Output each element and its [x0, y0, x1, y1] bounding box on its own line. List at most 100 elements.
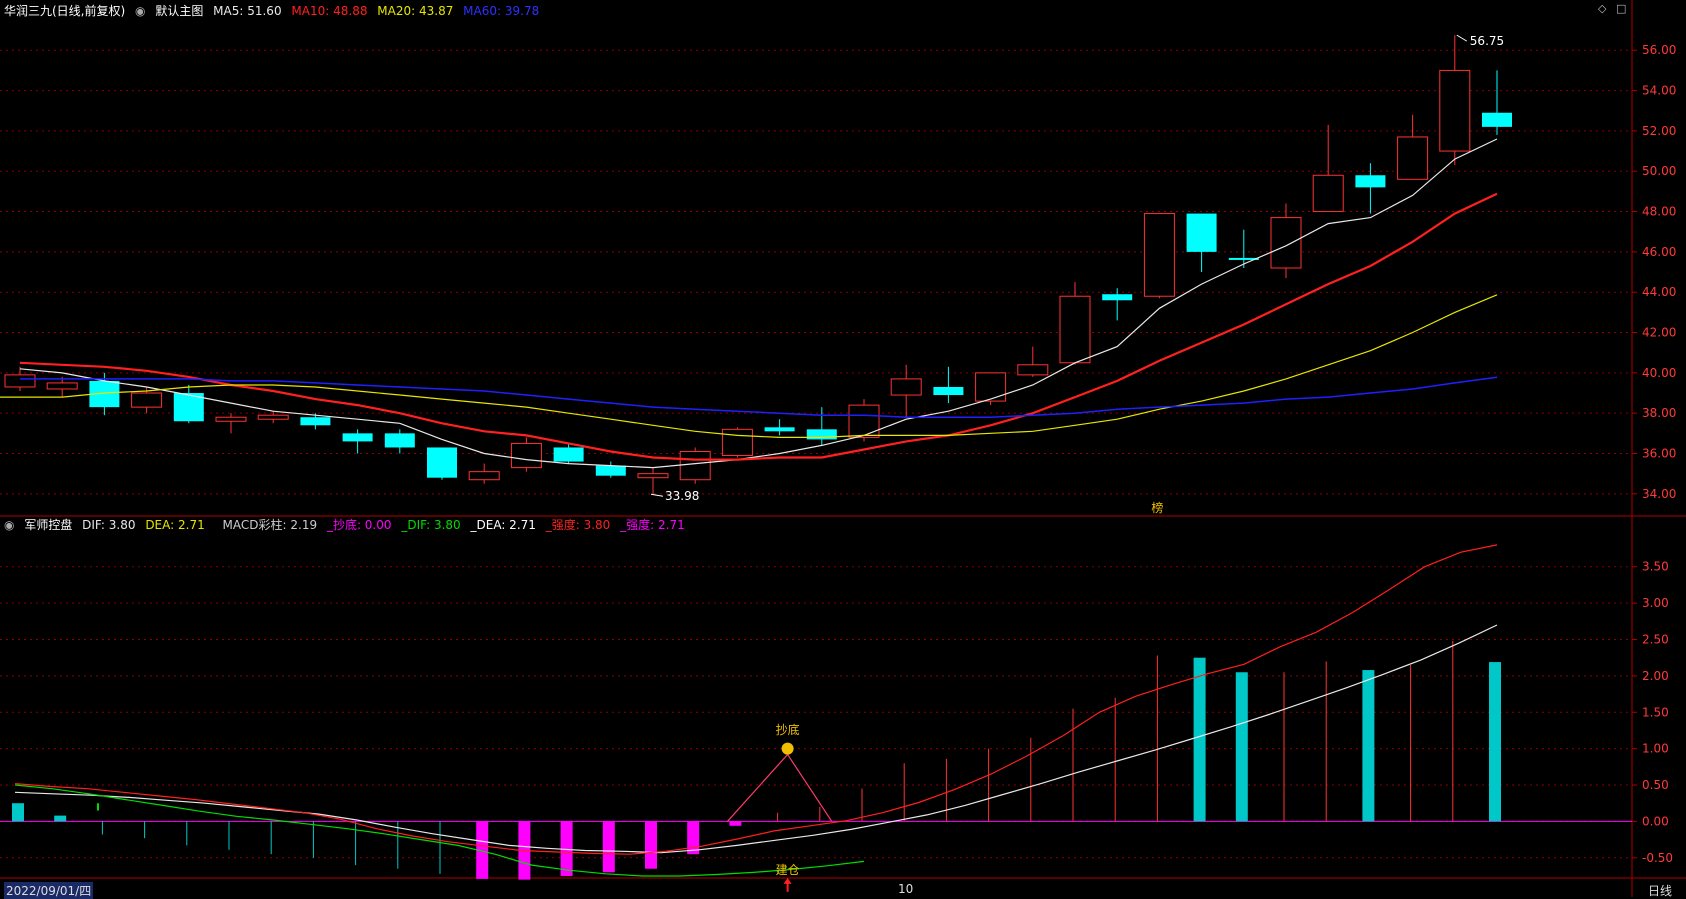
- stock-chart[interactable]: 56.75 33.98 榜 抄底建仓 34.00 36.00 38.00 40.00 42.…: [0, 0, 1686, 897]
- candle-body-down: [1482, 112, 1512, 127]
- dif2-value: _DIF: 3.80: [401, 518, 461, 532]
- price-tick-label: 48.00: [1642, 205, 1676, 219]
- candle-body-down: [1102, 294, 1133, 301]
- macd-value: MACD彩柱: 2.19: [222, 518, 318, 532]
- y-axis: 34.00 36.00 38.00 40.00 42.00 44.00 46.00 48.00…: [1632, 43, 1676, 865]
- bang-label: 榜: [1151, 500, 1163, 515]
- indicator-tick-label: 2.50: [1642, 633, 1669, 647]
- ma10-value: MA10: 48.88: [291, 4, 368, 18]
- candle-body-up: [679, 450, 711, 481]
- price-tick-label: 34.00: [1642, 487, 1676, 501]
- macd-bar: [687, 821, 700, 855]
- high-marker: [1456, 34, 1468, 42]
- indicator-tick-label: -0.50: [1642, 851, 1673, 865]
- dif-value: DIF: 3.80: [82, 518, 136, 532]
- qiangdu1-value: _强度: 3.80: [545, 518, 611, 532]
- price-tick-label: 46.00: [1642, 245, 1676, 259]
- candle-body-down: [1355, 175, 1386, 188]
- ma20-value: MA20: 43.87: [377, 4, 454, 18]
- candle-body-up: [510, 442, 542, 469]
- candle-body-down: [764, 427, 795, 432]
- candle-body-up: [1439, 69, 1471, 152]
- ma60-value: MA60: 39.78: [463, 4, 540, 18]
- x-start-date: 2022/09/01/四: [4, 882, 94, 899]
- candle-body-up: [848, 404, 880, 438]
- indicator-tick-label: 0.00: [1642, 814, 1669, 828]
- candle-body-up: [1397, 136, 1429, 180]
- candle-body-down: [553, 447, 584, 462]
- dea-value: DEA: 2.71: [145, 518, 205, 532]
- candle-body-down: [595, 465, 626, 476]
- candle-body-down: [933, 386, 964, 396]
- macd-bar: [12, 803, 24, 822]
- candle-body-up: [257, 414, 289, 420]
- candle-body-up: [1312, 174, 1344, 213]
- jiancang-label: 建仓: [776, 863, 800, 877]
- main-chart-label[interactable]: 默认主图: [155, 4, 203, 18]
- square-icon[interactable]: □: [1616, 2, 1626, 15]
- candle-body-up: [1143, 213, 1175, 297]
- candle-body-up: [131, 392, 163, 408]
- indicator-tick-label: 1.50: [1642, 705, 1669, 719]
- candle-body-up: [890, 378, 922, 396]
- candle-body-up: [4, 374, 36, 388]
- macd-bar: [1362, 670, 1375, 822]
- low-marker: [650, 493, 664, 497]
- price-tick-label: 54.00: [1642, 84, 1676, 98]
- dif-line: [14, 624, 1498, 854]
- chaodi-triangle: [726, 753, 833, 822]
- indicator-header: ◉ 军师控盘 DIF: 3.80 DEA: 2.71 MACD彩柱: 2.19 …: [4, 516, 691, 534]
- indicator-tick-label: 2.00: [1642, 669, 1669, 683]
- price-tick-label: 38.00: [1642, 406, 1676, 420]
- sad-face-icon: [781, 742, 794, 755]
- indicator-name[interactable]: 军师控盘: [24, 518, 72, 532]
- circle-menu-icon[interactable]: ◉: [135, 4, 145, 18]
- high-label: 56.75: [1470, 34, 1504, 48]
- price-tick-label: 50.00: [1642, 164, 1676, 178]
- candle-body-down: [427, 447, 457, 478]
- diamond-icon[interactable]: ◇: [1598, 2, 1606, 15]
- ma20-line: [0, 294, 1498, 438]
- price-tick-label: 52.00: [1642, 124, 1676, 138]
- macd-bar: [1235, 672, 1248, 822]
- indicator-tick-label: 0.50: [1642, 778, 1669, 792]
- macd-bar: [645, 821, 657, 869]
- price-tick-label: 36.00: [1642, 447, 1676, 461]
- grid-lines: [0, 0, 1686, 897]
- candle-body-up: [721, 428, 753, 457]
- candle-body-down: [1186, 213, 1217, 252]
- price-tick-label: 44.00: [1642, 285, 1676, 299]
- low-label: 33.98: [665, 489, 699, 503]
- ma60-line: [20, 376, 1498, 418]
- price-header: 华润三九(日线,前复权) ◉ 默认主图 MA5: 51.60 MA10: 48.…: [4, 2, 545, 20]
- candle-body-up: [637, 473, 669, 479]
- macd-bar: [54, 815, 67, 822]
- period-label[interactable]: 日线: [1648, 882, 1672, 899]
- candle-body-down: [384, 433, 415, 448]
- indicator-tick-label: 3.50: [1642, 560, 1669, 574]
- x-mid-label: 10: [898, 882, 914, 896]
- price-tick-label: 40.00: [1642, 366, 1676, 380]
- indicator-tick-label: 1.00: [1642, 742, 1669, 756]
- dea2-value: _DEA: 2.71: [470, 518, 536, 532]
- chaodi-value: _抄底: 0.00: [326, 518, 392, 532]
- price-tick-label: 56.00: [1642, 43, 1676, 57]
- price-tick-label: 42.00: [1642, 326, 1676, 340]
- candle-body-down: [342, 433, 373, 442]
- chaodi-label: 抄底: [776, 722, 800, 737]
- price-chart: 56.75 33.98 榜: [0, 34, 1512, 515]
- candle-body-up: [1059, 295, 1091, 364]
- candle-body-up: [468, 471, 500, 481]
- candle-body-up: [1017, 364, 1049, 376]
- macd-bar: [602, 821, 615, 873]
- candle-body-up: [46, 382, 78, 390]
- circle-menu-icon[interactable]: ◉: [4, 518, 14, 532]
- buy-arrow-head-icon: [783, 877, 792, 884]
- stock-title[interactable]: 华润三九(日线,前复权): [4, 4, 125, 18]
- dea-line: [14, 544, 1498, 855]
- candle-body-down: [300, 417, 331, 426]
- candle-body-up: [975, 372, 1007, 402]
- candle-body-up: [1270, 217, 1302, 269]
- qiangdu2-value: _强度: 2.71: [620, 518, 685, 532]
- indicator-tick-label: 3.00: [1642, 596, 1669, 610]
